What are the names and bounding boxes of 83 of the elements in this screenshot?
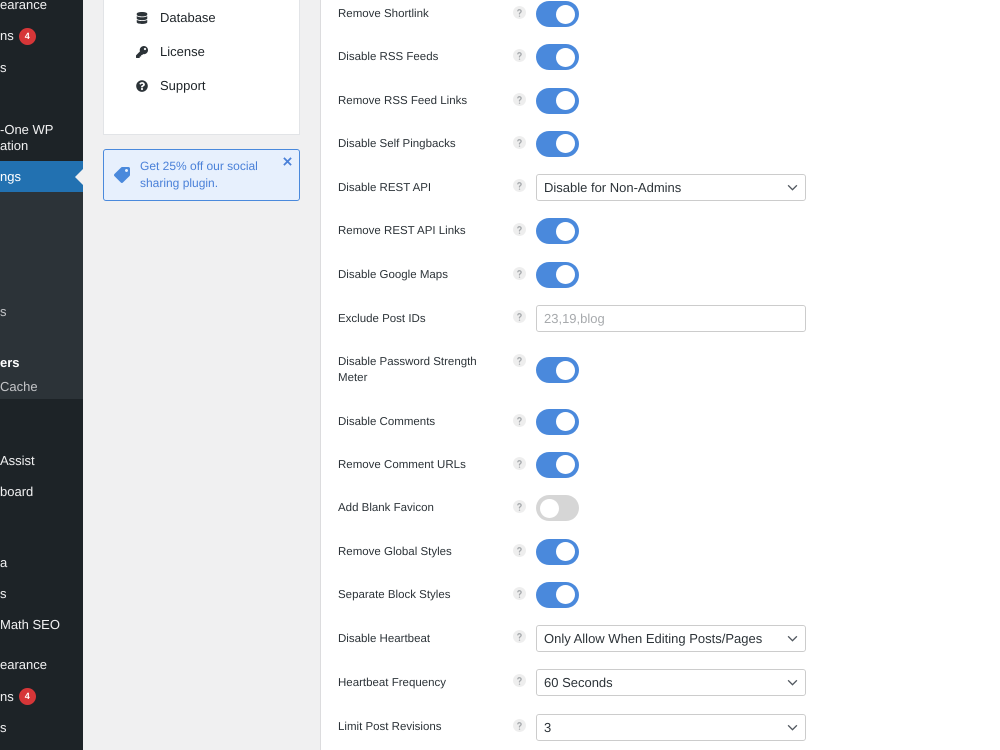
help-icon[interactable]	[513, 179, 526, 192]
sidebar-menu-item[interactable]: s	[0, 712, 83, 744]
help-icon[interactable]	[513, 586, 526, 600]
help-icon[interactable]	[513, 414, 526, 427]
toggle-switch[interactable]	[536, 1, 579, 27]
key-icon	[136, 46, 148, 58]
setting-label: Remove Comment URLs	[338, 458, 467, 473]
toggle-switch[interactable]	[536, 357, 579, 384]
close-icon	[283, 157, 292, 166]
chevron-down-icon	[787, 679, 798, 686]
sidebar-menu-item[interactable]: ns 4	[0, 20, 83, 52]
sidebar-menu-item[interactable]: Math SEO	[0, 610, 83, 640]
help-icon[interactable]	[513, 92, 526, 106]
help-icon[interactable]	[513, 544, 526, 557]
setting-label: Remove RSS Feed Links	[338, 94, 468, 109]
toggle-switch[interactable]	[536, 88, 579, 114]
chevron-down-icon	[787, 184, 798, 192]
help-icon[interactable]	[513, 456, 526, 470]
setting-label: Remove REST API Links	[338, 224, 467, 240]
help-icon[interactable]	[513, 630, 526, 644]
toggle-switch[interactable]	[536, 408, 579, 435]
promo-text: Get 25% off our social sharing plugin.	[140, 158, 259, 192]
setting-label: Exclude Post IDs	[338, 312, 427, 327]
tag-icon	[114, 167, 130, 183]
update-count-badge: 4	[18, 688, 36, 705]
sidebar-menu-item[interactable]: s	[0, 578, 83, 610]
setting-label: Disable Google Maps	[338, 268, 449, 283]
setting-label: Separate Block Styles	[338, 588, 452, 603]
help-icon[interactable]	[513, 136, 526, 149]
settings-menu-item[interactable]: Database	[136, 1, 216, 35]
setting-label: Remove Global Styles	[338, 544, 453, 560]
help-icon[interactable]	[513, 500, 526, 514]
sidebar-menu-item[interactable]: s	[0, 52, 83, 83]
current-pointer-icon	[75, 168, 83, 184]
setting-label: Disable REST API	[338, 180, 432, 196]
select-dropdown[interactable]: Only Allow When Editing Posts/Pages	[536, 625, 806, 652]
submenu-item[interactable]: s	[0, 300, 6, 324]
update-count-badge: 4	[18, 28, 36, 44]
sidebar-menu-item[interactable]: ns 4	[0, 680, 83, 712]
help-icon[interactable]	[513, 310, 526, 324]
sidebar-menu-item[interactable]: earance	[0, 0, 83, 20]
select-dropdown[interactable]: 60 Seconds	[536, 669, 806, 696]
toggle-switch[interactable]	[536, 538, 579, 565]
sidebar-menu-item[interactable]: earance	[0, 650, 83, 680]
setting-label: Disable Self Pingbacks	[338, 136, 457, 152]
chevron-down-icon	[787, 635, 798, 642]
sidebar-menu-item[interactable]: ngs	[0, 161, 83, 192]
input-field[interactable]: 23,19,blog	[536, 305, 806, 332]
select-dropdown[interactable]: 3	[536, 714, 806, 741]
setting-label: Disable Comments	[338, 414, 436, 430]
setting-label: Disable Heartbeat	[338, 632, 432, 647]
setting-label: Disable Password Strength Meter	[338, 355, 478, 386]
help-icon[interactable]	[513, 266, 526, 280]
help-icon[interactable]	[513, 6, 526, 19]
select-dropdown[interactable]: Disable for Non-Admins	[536, 174, 806, 202]
help-icon[interactable]	[513, 718, 526, 732]
database-icon	[136, 12, 148, 24]
submenu-item[interactable]: ers	[0, 350, 20, 374]
submenu-item[interactable]: Cache	[0, 374, 38, 398]
toggle-switch[interactable]	[536, 582, 579, 608]
setting-label: Heartbeat Frequency	[338, 676, 448, 691]
setting-label: Remove Shortlink	[338, 7, 430, 22]
settings-menu-item[interactable]: License	[136, 35, 205, 69]
sidebar-menu-item[interactable]: -One WP ation	[0, 114, 83, 161]
sidebar-menu-item[interactable]: board	[0, 476, 83, 508]
chevron-down-icon	[787, 724, 798, 731]
setting-label: Add Blank Favicon	[338, 501, 435, 516]
help-icon[interactable]	[513, 674, 526, 688]
setting-label: Disable RSS Feeds	[338, 50, 440, 66]
help-icon[interactable]	[513, 354, 526, 368]
sidebar-menu-item[interactable]: Assist	[0, 446, 83, 476]
toggle-switch[interactable]	[536, 495, 579, 522]
toggle-switch[interactable]	[536, 218, 579, 244]
help-icon[interactable]	[513, 223, 526, 236]
settings-menu-item[interactable]: Support	[136, 69, 206, 103]
toggle-switch[interactable]	[536, 262, 579, 288]
toggle-switch[interactable]	[536, 452, 579, 478]
toggle-switch[interactable]	[536, 44, 579, 70]
toggle-switch[interactable]	[536, 130, 579, 157]
help-icon[interactable]	[513, 49, 526, 62]
close-button[interactable]	[283, 157, 292, 166]
sidebar-menu-item[interactable]: a	[0, 548, 83, 578]
setting-label: Limit Post Revisions	[338, 720, 443, 736]
